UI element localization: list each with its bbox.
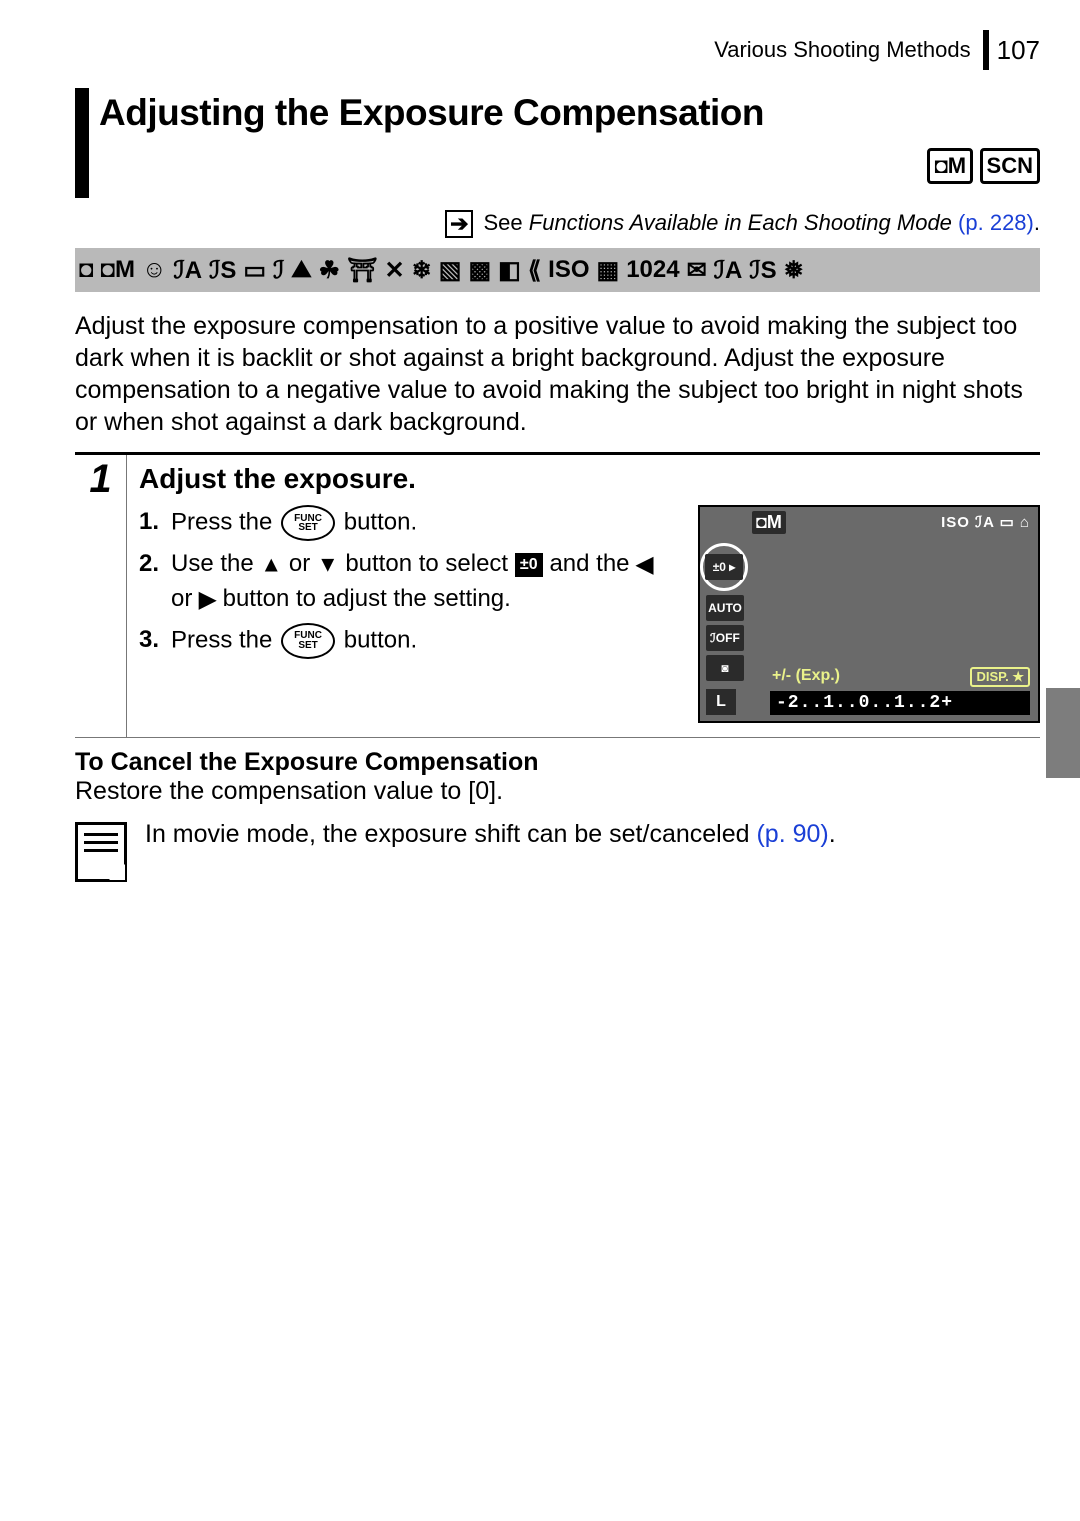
note-period: . bbox=[829, 820, 836, 848]
mode-strip-icon: ▭ bbox=[243, 256, 266, 285]
mode-strip-icon: ❅ bbox=[784, 256, 804, 285]
lcd-left-column: ±0 ▸ AUTO ℐOFF ◙ bbox=[706, 511, 754, 681]
arrow-up-icon: ▲ bbox=[260, 552, 282, 577]
func-set-button-icon: FUNCSET bbox=[281, 623, 335, 659]
step2-text-a: Use the bbox=[171, 550, 260, 577]
note-text: In movie mode, the exposure shift can be… bbox=[145, 820, 756, 848]
step2-text-e: or bbox=[171, 585, 199, 612]
header-divider bbox=[983, 30, 989, 70]
page-title: Adjusting the Exposure Compensation bbox=[99, 88, 1040, 134]
camera-lcd-illustration: ◘M ISO ℐA ▭ ⌂ ±0 ▸ AUTO ℐOFF ◙ L +/- (Ex… bbox=[698, 505, 1040, 723]
title-accent-bar bbox=[75, 88, 89, 198]
arrow-right-icon: ▶ bbox=[199, 587, 216, 612]
mode-strip-icon: ⟪ bbox=[528, 256, 541, 285]
mode-strip-icon: ▧ bbox=[439, 256, 462, 285]
lcd-disp-badge: DISP. bbox=[970, 667, 1030, 687]
badge-scn: SCN bbox=[980, 148, 1040, 184]
mode-strip-icon: ▦ bbox=[597, 256, 620, 285]
mode-strip-icon: ◧ bbox=[498, 256, 521, 285]
mode-dial-badges: ◘M SCN bbox=[99, 148, 1040, 184]
page-header: Various Shooting Methods 107 bbox=[75, 30, 1040, 70]
side-tab-indicator bbox=[1046, 688, 1080, 778]
mode-strip-icon: ☺ bbox=[142, 256, 167, 284]
note-block: In movie mode, the exposure shift can be… bbox=[75, 820, 1040, 882]
mode-strip-icon: ✕ bbox=[385, 256, 405, 285]
note-page-link[interactable]: (p. 90) bbox=[756, 820, 828, 848]
step2-text-f: button to adjust the setting. bbox=[223, 585, 511, 612]
title-row: Adjusting the Exposure Compensation ◘M S… bbox=[75, 88, 1040, 198]
lcd-exposure-label: +/- (Exp.) bbox=[772, 667, 840, 685]
step3-text-a: Press the bbox=[171, 626, 279, 653]
mode-strip-icon: ✉ bbox=[687, 256, 707, 285]
mode-strip-icon: ℐA bbox=[714, 256, 743, 285]
step1-text-b: button. bbox=[344, 509, 417, 536]
lcd-left-icon: ℐOFF bbox=[706, 625, 744, 651]
page-number: 107 bbox=[997, 35, 1040, 66]
cancel-text: Restore the compensation value to [0]. bbox=[75, 777, 1040, 806]
step-instruction-list: 1. Press the FUNCSET button. 2. Use t bbox=[139, 505, 680, 723]
list-item: 2. Use the ▲ or ▼ button to select ±0 an… bbox=[139, 547, 680, 617]
step2-text-b: or bbox=[289, 550, 317, 577]
see-text: Functions Available in Each Shooting Mod… bbox=[529, 210, 958, 235]
note-document-icon bbox=[75, 822, 127, 882]
see-prefix: See bbox=[484, 210, 529, 235]
arrow-down-icon: ▼ bbox=[317, 552, 339, 577]
mode-strip-icon: ℐS bbox=[749, 256, 776, 285]
see-period: . bbox=[1034, 210, 1040, 235]
mode-strip-icon: ⛰ bbox=[291, 256, 311, 284]
mode-strip-icon: ☘ bbox=[319, 256, 341, 285]
mode-strip-icon: ◘M bbox=[101, 256, 136, 284]
mode-strip-icon: ℐA bbox=[174, 256, 203, 285]
mode-strip-icon: ⛩ bbox=[347, 256, 377, 285]
lcd-highlighted-item: ±0 ▸ bbox=[700, 543, 748, 591]
section-label: Various Shooting Methods bbox=[714, 37, 970, 63]
list-item: 1. Press the FUNCSET button. bbox=[139, 505, 680, 541]
intro-paragraph: Adjust the exposure compensation to a po… bbox=[75, 310, 1040, 438]
see-reference: ➔ See Functions Available in Each Shooti… bbox=[75, 210, 1040, 238]
mode-strip-icon: ℐS bbox=[209, 256, 236, 285]
lcd-mode-indicator: ◘M bbox=[752, 511, 786, 534]
see-page-link[interactable]: (p. 228) bbox=[958, 210, 1034, 235]
lcd-size-badge: L bbox=[706, 689, 736, 715]
mode-strip-icon: ℐ bbox=[273, 256, 284, 285]
step3-text-b: button. bbox=[344, 626, 417, 653]
lcd-left-icon: AUTO bbox=[706, 595, 744, 621]
step-number: 1 bbox=[75, 455, 127, 737]
arrow-right-icon: ➔ bbox=[445, 210, 473, 238]
shooting-mode-strip: ◘ ◘M ☺ ℐA ℐS ▭ ℐ ⛰ ☘ ⛩ ✕ ❄ ▧ ▩ ◧ ⟪ ISO ▦… bbox=[75, 248, 1040, 292]
list-item: 3. Press the FUNCSET button. bbox=[139, 623, 680, 659]
cancel-heading: To Cancel the Exposure Compensation bbox=[75, 748, 1040, 777]
mode-strip-icon: 1024 bbox=[626, 256, 679, 284]
mode-strip-icon: ◘ bbox=[79, 256, 94, 284]
step2-text-c: button to select bbox=[345, 550, 514, 577]
exposure-comp-icon: ±0 bbox=[515, 553, 543, 577]
lcd-exposure-scale: -2..1..0..1..2+ bbox=[770, 691, 1030, 715]
func-set-button-icon: FUNCSET bbox=[281, 505, 335, 541]
mode-strip-icon: ❄ bbox=[412, 256, 432, 285]
arrow-left-icon: ◀ bbox=[636, 552, 653, 577]
step1-text-a: Press the bbox=[171, 509, 279, 536]
mode-strip-icon: ISO bbox=[548, 256, 589, 284]
step-block: 1 Adjust the exposure. 1. Press the FUNC… bbox=[75, 452, 1040, 738]
lcd-top-right-icons: ISO ℐA ▭ ⌂ bbox=[941, 513, 1030, 531]
badge-camera-m: ◘M bbox=[927, 148, 973, 184]
step-title: Adjust the exposure. bbox=[139, 463, 1040, 495]
mode-strip-icon: ▩ bbox=[468, 256, 491, 285]
lcd-left-icon: ◙ bbox=[706, 655, 744, 681]
step2-text-d: and the bbox=[549, 550, 636, 577]
